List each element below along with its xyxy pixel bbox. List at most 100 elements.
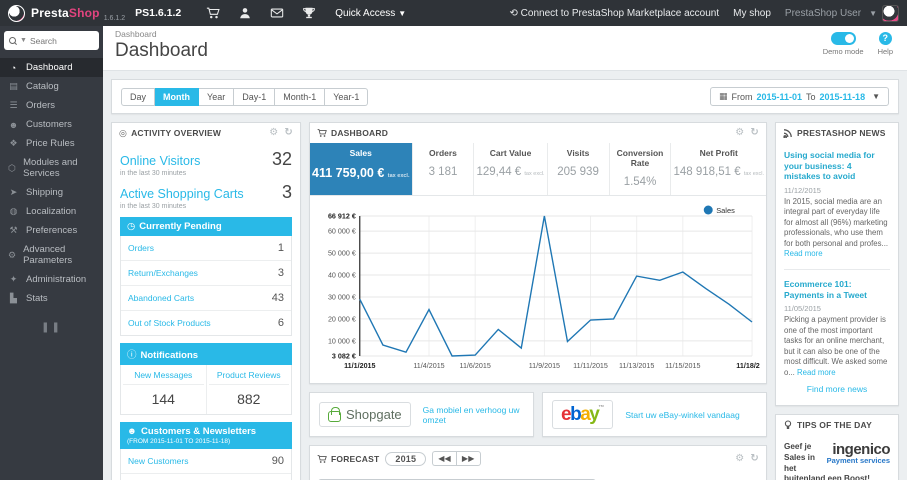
clock-icon: ◷ xyxy=(127,221,136,232)
shopgate-bag-icon xyxy=(328,407,341,422)
read-more-link[interactable]: Read more xyxy=(797,368,836,377)
sidebar-search[interactable]: ▼ xyxy=(4,31,99,50)
shopgate-link[interactable]: Ga mobiel en verhoog uw omzet xyxy=(423,405,524,425)
breadcrumb[interactable]: Dashboard xyxy=(115,29,895,39)
online-visitors-link[interactable]: Online Visitors xyxy=(120,154,200,168)
news-article-title[interactable]: Using social media for your business: 4 … xyxy=(784,150,890,182)
forecast-legend: Traffic Conversion Average Cart Value Sa… xyxy=(310,471,766,480)
top-bar: PrestaShop 1.6.1.2 PS1.6.1.2 Quick Acces… xyxy=(0,0,907,26)
range-day-1-button[interactable]: Day-1 xyxy=(234,87,276,106)
svg-text:11/11/2015: 11/11/2015 xyxy=(573,362,608,370)
sidebar-item-administration[interactable]: ✦ Administration xyxy=(0,270,103,289)
notifications-header: ⓘ Notifications xyxy=(120,343,292,365)
metric-conversion-rate[interactable]: Conversion Rate 1.54% xyxy=(610,143,672,195)
sidebar-item-catalog[interactable]: ▤ Catalog xyxy=(0,77,103,96)
refresh-icon[interactable]: ↻ xyxy=(750,453,759,464)
search-input[interactable] xyxy=(29,35,94,46)
svg-text:11/15/2015: 11/15/2015 xyxy=(665,362,700,370)
sidebar-item-advanced-parameters[interactable]: ⚙ Advanced Parameters xyxy=(0,240,103,270)
activity-overview-panel: ◎ ACTIVITY OVERVIEW ⚙ ↻ Online Visitors 32… xyxy=(111,122,301,480)
gear-icon[interactable]: ⚙ xyxy=(735,453,744,464)
pending-row-out-of-stock: Out of Stock Products 6 xyxy=(128,317,284,329)
help-icon[interactable]: ? xyxy=(878,32,892,45)
date-range-picker[interactable]: ▦ From 2015-11-01 To 2015-11-18 ▼ xyxy=(709,87,889,106)
pending-row-returns: Return/Exchanges 3 xyxy=(121,261,291,286)
metric-cart-value[interactable]: Cart Value 129,44 € tax excl. xyxy=(474,143,548,195)
prestashop-logo-icon[interactable] xyxy=(8,4,25,22)
sidebar-item-customers[interactable]: ☻ Customers xyxy=(0,115,103,134)
sidebar-item-localization[interactable]: ◍ Localization xyxy=(0,202,103,221)
help-label: Help xyxy=(877,47,893,56)
brand-version: 1.6.1.2 xyxy=(103,15,126,22)
active-carts-sub: in the last 30 minutes xyxy=(120,203,187,210)
news-article-title[interactable]: Ecommerce 101: Payments in a Tweet xyxy=(784,279,890,300)
activity-panel-title: ACTIVITY OVERVIEW xyxy=(131,128,222,138)
forecast-next-button[interactable]: ▶▶ xyxy=(455,451,481,466)
demo-mode-label: Demo mode xyxy=(822,47,864,56)
metric-sales[interactable]: Sales 411 759,00 € tax excl. xyxy=(310,143,413,195)
gear-icon[interactable]: ⚙ xyxy=(735,128,744,138)
range-month-1-button[interactable]: Month-1 xyxy=(275,87,326,106)
range-year-button[interactable]: Year xyxy=(199,87,235,106)
find-more-news-link[interactable]: Find more news xyxy=(784,378,890,398)
tips-of-the-day-panel: TIPS OF THE DAY ingenico Payment service… xyxy=(775,414,899,480)
range-month-button[interactable]: Month xyxy=(155,87,200,106)
notification-product-reviews: Product Reviews 882 xyxy=(205,365,292,414)
divider xyxy=(784,268,890,270)
collapse-menu-icon[interactable]: ❚❚ xyxy=(0,322,103,333)
messages-icon[interactable] xyxy=(270,6,284,20)
metric-orders[interactable]: Orders 3 181 xyxy=(413,143,475,195)
brand[interactable]: PrestaShop xyxy=(31,6,100,20)
user-menu[interactable]: PrestaShop User ▼ xyxy=(785,4,899,22)
range-day-button[interactable]: Day xyxy=(121,87,156,106)
marketplace-link[interactable]: ⟲ Connect to PrestaShop Marketplace acco… xyxy=(510,8,720,19)
sidebar-item-preferences[interactable]: ⚒ Preferences xyxy=(0,221,103,240)
active-carts-value: 3 xyxy=(281,182,292,202)
customer-icon[interactable] xyxy=(238,6,252,20)
sidebar-item-orders[interactable]: ☰ Orders xyxy=(0,96,103,115)
customers-row-new-subscriptions: New Subscriptions18 xyxy=(121,474,291,480)
my-shop-link[interactable]: My shop xyxy=(733,8,771,19)
ebay-link[interactable]: Start uw eBay-winkel vandaag xyxy=(625,410,739,420)
chevron-down-icon: ▼ xyxy=(398,8,407,18)
rss-feed-icon xyxy=(783,128,793,138)
dashboard-panel-title: DASHBOARD xyxy=(331,128,389,138)
gear-icon[interactable]: ⚙ xyxy=(269,128,278,138)
sidebar-item-price-rules[interactable]: ❖ Price Rules xyxy=(0,134,103,153)
svg-text:11/18/201: 11/18/201 xyxy=(736,362,760,370)
demo-mode-control: Demo mode xyxy=(823,32,864,56)
sidebar-item-shipping[interactable]: ➤ Shipping xyxy=(0,183,103,202)
metric-visits[interactable]: Visits 205 939 xyxy=(548,143,610,195)
customers-newsletters-header: ☻ Customers & Newsletters (FROM 2015-11-0… xyxy=(120,422,292,449)
news-article: Using social media for your business: 4 … xyxy=(784,150,890,260)
trophy-icon[interactable] xyxy=(302,6,316,20)
active-carts-link[interactable]: Active Shopping Carts xyxy=(120,187,244,201)
advanced-parameters-icon: ⚙ xyxy=(8,249,17,260)
demo-mode-toggle[interactable] xyxy=(830,32,856,45)
metric-net-profit[interactable]: Net Profit 148 918,51 € tax excl. xyxy=(671,143,766,195)
tips-panel-title: TIPS OF THE DAY xyxy=(797,420,872,431)
svg-text:11/6/2015: 11/6/2015 xyxy=(460,362,491,370)
forecast-prev-button[interactable]: ◀◀ xyxy=(432,451,456,466)
sidebar-item-dashboard[interactable]: ◔ Dashboard xyxy=(0,58,103,77)
read-more-link[interactable]: Read more xyxy=(784,249,823,258)
sidebar-item-modules[interactable]: ⬡ Modules and Services xyxy=(0,153,103,183)
svg-text:40 000 €: 40 000 € xyxy=(328,272,356,280)
sidebar-item-stats[interactable]: ▙ Stats xyxy=(0,289,103,308)
search-scope-caret[interactable]: ▼ xyxy=(20,37,27,44)
svg-text:11/1/2015: 11/1/2015 xyxy=(344,362,375,370)
chevron-down-icon: ▼ xyxy=(869,8,877,18)
range-buttons: Day Month Year Day-1 Month-1 Year-1 xyxy=(121,87,369,106)
ebay-logo: ebay™ xyxy=(552,400,614,429)
cart-icon[interactable] xyxy=(206,6,220,20)
dashboard-panel: DASHBOARD ⚙ ↻ Sales 411 759,00 € tax excl.… xyxy=(309,122,768,384)
quick-access-menu[interactable]: Quick Access ▼ xyxy=(335,8,406,19)
refresh-icon[interactable]: ↻ xyxy=(750,128,759,138)
price-rules-icon: ❖ xyxy=(9,138,18,148)
user-avatar xyxy=(882,4,899,22)
refresh-icon[interactable]: ↻ xyxy=(284,128,293,138)
shopgate-logo: Shopgate xyxy=(319,402,411,427)
customers-icon: ☻ xyxy=(127,426,137,437)
range-year-1-button[interactable]: Year-1 xyxy=(325,87,369,106)
sales-line-chart: 66 912 € 60 000 € 50 000 € 40 000 € 30 000 €… xyxy=(328,205,768,370)
